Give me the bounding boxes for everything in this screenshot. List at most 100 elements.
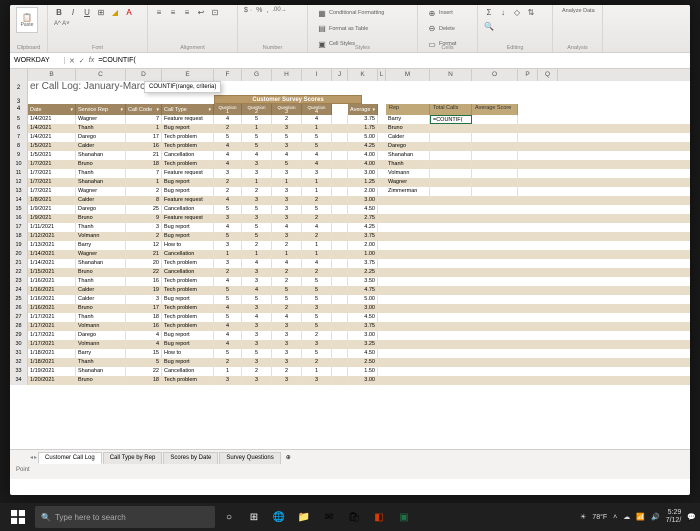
table-row[interactable]: 32 1/18/2021 Thanh 5 Bug report 2 3 3 2 … xyxy=(10,358,690,367)
cell-q4[interactable]: 2 xyxy=(302,214,332,223)
cell-q2[interactable]: 3 xyxy=(242,376,272,385)
table-row[interactable]: 22 1/15/2021 Bruno 22 Cancellation 2 3 2… xyxy=(10,268,690,277)
cell-type[interactable]: Bug report xyxy=(162,232,214,241)
cell-q3[interactable]: 3 xyxy=(272,358,302,367)
row-header[interactable]: 25 xyxy=(10,295,28,304)
cell-avg[interactable]: 3.00 xyxy=(348,376,378,385)
col-avg[interactable]: Average▾ xyxy=(348,104,378,115)
cell-rep[interactable]: Wagner xyxy=(76,115,126,124)
cell-code[interactable]: 15 xyxy=(126,349,162,358)
table-row[interactable]: 10 1/7/2021 Bruno 18 Tech problem 4 3 5 … xyxy=(10,160,690,169)
cell-q1[interactable]: 4 xyxy=(214,151,242,160)
cell-type[interactable]: Tech problem xyxy=(162,142,214,151)
cell-rep[interactable]: Thanh xyxy=(76,277,126,286)
cell-q1[interactable]: 2 xyxy=(214,187,242,196)
cell-type[interactable]: Tech problem xyxy=(162,322,214,331)
cell-q4[interactable]: 5 xyxy=(302,295,332,304)
col-header-Q[interactable]: Q xyxy=(538,69,558,81)
cortana-icon[interactable]: ○ xyxy=(218,506,240,528)
cell-avg[interactable]: 4.00 xyxy=(348,160,378,169)
cell-rep[interactable]: Shanahan xyxy=(76,367,126,376)
wifi-icon[interactable]: 📶 xyxy=(636,513,645,521)
cell-q3[interactable]: 5 xyxy=(272,286,302,295)
cell-q2[interactable]: 3 xyxy=(242,331,272,340)
cell-q4[interactable]: 5 xyxy=(302,313,332,322)
row-header[interactable]: 14 xyxy=(10,196,28,205)
cell-type[interactable]: Tech problem xyxy=(162,376,214,385)
cell-q2[interactable]: 3 xyxy=(242,322,272,331)
cell-date[interactable]: 1/8/2021 xyxy=(28,196,76,205)
cell-q2[interactable]: 5 xyxy=(242,295,272,304)
col-header-L[interactable]: L xyxy=(378,69,386,81)
cell-rep[interactable]: Volmann xyxy=(76,322,126,331)
table-row[interactable]: 8 1/5/2021 Calder 16 Tech problem 4 5 3 … xyxy=(10,142,690,151)
weather-icon[interactable]: ☀ xyxy=(580,513,586,521)
table-row[interactable]: 27 1/17/2021 Thanh 18 Tech problem 5 4 4… xyxy=(10,313,690,322)
cell-code[interactable]: 7 xyxy=(126,115,162,124)
table-row[interactable]: 28 1/17/2021 Volmann 16 Tech problem 4 3… xyxy=(10,322,690,331)
cell-q2[interactable]: 1 xyxy=(242,250,272,259)
col-header-M[interactable]: M xyxy=(386,69,430,81)
cell-q3[interactable]: 3 xyxy=(272,376,302,385)
row-header[interactable]: 4 xyxy=(10,104,28,115)
row-header[interactable]: 6 xyxy=(10,124,28,133)
table-row[interactable]: 20 1/14/2021 Wagner 21 Cancellation 1 1 … xyxy=(10,250,690,259)
cell-code[interactable]: 21 xyxy=(126,250,162,259)
cell-date[interactable]: 1/19/2021 xyxy=(28,367,76,376)
cell-q4[interactable]: 1 xyxy=(302,241,332,250)
cell-q3[interactable]: 4 xyxy=(272,223,302,232)
row-header[interactable]: 21 xyxy=(10,259,28,268)
cell-rep[interactable]: Darego xyxy=(76,205,126,214)
cell-q4[interactable]: 4 xyxy=(302,259,332,268)
cell-date[interactable]: 1/14/2021 xyxy=(28,250,76,259)
italic-icon[interactable]: I xyxy=(68,7,78,17)
notifications-icon[interactable]: 💬 xyxy=(687,513,696,521)
cell-q4[interactable]: 1 xyxy=(302,250,332,259)
explorer-icon[interactable]: 📁 xyxy=(293,506,315,528)
cell-date[interactable]: 1/13/2021 xyxy=(28,241,76,250)
sheet-tab[interactable]: Call Type by Rep xyxy=(103,452,163,464)
cell-code[interactable]: 1 xyxy=(126,124,162,133)
cell-code[interactable]: 22 xyxy=(126,367,162,376)
start-button[interactable] xyxy=(4,505,32,529)
table-row[interactable]: 25 1/16/2021 Calder 3 Bug report 5 5 5 5… xyxy=(10,295,690,304)
table-row[interactable]: 9 1/5/2021 Shanahan 21 Cancellation 4 4 … xyxy=(10,151,690,160)
cell-avg[interactable]: 2.75 xyxy=(348,214,378,223)
cell-q1[interactable]: 3 xyxy=(214,259,242,268)
cell-q1[interactable]: 4 xyxy=(214,142,242,151)
col-header-H[interactable]: H xyxy=(272,69,302,81)
row-header[interactable]: 15 xyxy=(10,205,28,214)
cell-q2[interactable]: 4 xyxy=(242,151,272,160)
table-row[interactable]: 29 1/17/2021 Darego 4 Bug report 4 3 3 2… xyxy=(10,331,690,340)
weather-temp[interactable]: 78°F xyxy=(592,514,607,521)
cell-date[interactable]: 1/15/2021 xyxy=(28,268,76,277)
sheet-tab[interactable]: Survey Questions xyxy=(219,452,280,464)
summary-total[interactable]: =COUNTIF( xyxy=(430,115,472,124)
cell-q4[interactable]: 2 xyxy=(302,196,332,205)
row-header[interactable]: 22 xyxy=(10,268,28,277)
cell-q3[interactable]: 4 xyxy=(272,259,302,268)
cell-q2[interactable]: 3 xyxy=(242,160,272,169)
cell-q1[interactable]: 3 xyxy=(214,376,242,385)
cell-q1[interactable]: 4 xyxy=(214,115,242,124)
align-top-icon[interactable]: ≡ xyxy=(154,7,164,17)
filter-icon[interactable]: ▾ xyxy=(208,107,211,113)
cell-type[interactable]: Feature request xyxy=(162,115,214,124)
cell-q3[interactable]: 4 xyxy=(272,313,302,322)
sort-icon[interactable]: ⇅ xyxy=(526,7,536,17)
cell-avg[interactable]: 4.00 xyxy=(348,151,378,160)
cell-rep[interactable]: Thanh xyxy=(76,169,126,178)
cell-q1[interactable]: 5 xyxy=(214,313,242,322)
cell-type[interactable]: Bug report xyxy=(162,340,214,349)
cell-date[interactable]: 1/17/2021 xyxy=(28,340,76,349)
table-row[interactable]: 18 1/12/2021 Volmann 2 Bug report 5 5 3 … xyxy=(10,232,690,241)
cell-q3[interactable]: 3 xyxy=(272,340,302,349)
row-header[interactable]: 7 xyxy=(10,133,28,142)
cell-code[interactable]: 18 xyxy=(126,160,162,169)
summary-total[interactable] xyxy=(430,160,472,169)
cell-avg[interactable]: 3.00 xyxy=(348,196,378,205)
cell-date[interactable]: 1/18/2021 xyxy=(28,349,76,358)
cell-q2[interactable]: 2 xyxy=(242,187,272,196)
cond-format-button[interactable]: ▦Conditional Formatting xyxy=(314,7,411,19)
cell-date[interactable]: 1/16/2021 xyxy=(28,286,76,295)
